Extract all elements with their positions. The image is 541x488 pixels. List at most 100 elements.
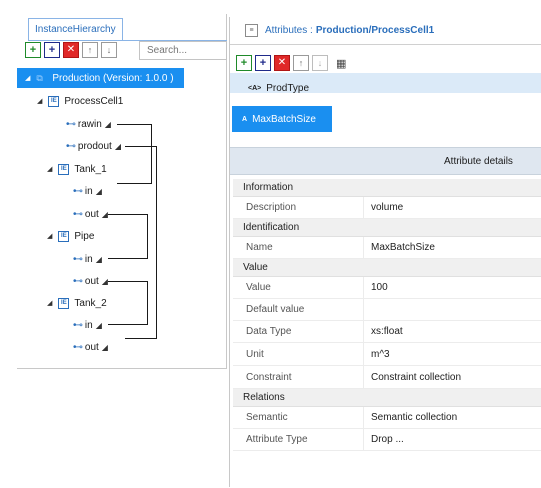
section-identification[interactable]: Identification	[233, 219, 541, 237]
port-icon: •⊸	[73, 341, 83, 353]
internal-element-icon: IE	[58, 230, 70, 242]
section-relations[interactable]: Relations	[233, 389, 541, 407]
link-line-pipe-out-tank2-in	[108, 281, 148, 325]
move-up-icon[interactable]: ↑	[293, 55, 309, 71]
add-icon[interactable]: +	[25, 42, 41, 58]
move-down-icon[interactable]: ↓	[101, 42, 117, 58]
add-child-icon[interactable]: +	[255, 55, 271, 71]
interface-marker-icon: ◢	[95, 186, 102, 196]
hierarchy-search-input[interactable]	[139, 41, 227, 60]
table-view-icon[interactable]: ▦	[336, 57, 346, 70]
interface-marker-icon: ◢	[95, 254, 102, 264]
tree-item-label: out	[84, 341, 99, 353]
property-value[interactable]: Drop ...	[364, 429, 541, 450]
property-name: Attribute Type	[233, 429, 364, 450]
attribute-group-icon: <A>	[248, 84, 262, 92]
property-value[interactable]: xs:float	[364, 321, 541, 342]
internal-element-icon: IE	[58, 297, 70, 309]
section-value[interactable]: Value	[233, 259, 541, 277]
attributes-header: ≡ Attributes : Production/ProcessCell1	[230, 17, 541, 45]
attributes-header-path: Production/ProcessCell1	[315, 25, 435, 36]
tree-item-processcell1[interactable]: ◢ IE ProcessCell1	[37, 91, 123, 111]
internal-element-icon: IE	[48, 95, 60, 107]
property-row-name[interactable]: Name MaxBatchSize	[233, 237, 541, 259]
tree-item-label: Production (Version: 1.0.0 )	[52, 72, 174, 84]
tree-item-tank2[interactable]: ◢ IE Tank_2	[47, 293, 107, 313]
property-value[interactable]: 100	[364, 277, 541, 298]
tree-item-tank1-out[interactable]: •⊸ out ◢	[73, 204, 108, 224]
property-row-attribute-type[interactable]: Attribute Type Drop ...	[233, 429, 541, 451]
property-name: Data Type	[233, 321, 364, 342]
instance-hierarchy-icon: ⧉	[36, 73, 43, 83]
attribute-details-title: Attribute details	[230, 147, 541, 175]
property-value[interactable]: volume	[364, 197, 541, 218]
attributes-header-prefix: Attributes :	[265, 25, 313, 36]
tree-item-label: prodout	[77, 140, 112, 152]
tree-item-label: in	[84, 319, 93, 331]
tree-item-label: Tank_2	[74, 297, 107, 309]
port-icon: •⊸	[73, 275, 83, 287]
collapse-caret-icon[interactable]: ◢	[47, 165, 52, 173]
property-name: Semantic	[233, 407, 364, 428]
property-name: Default value	[233, 299, 364, 320]
tree-item-label: out	[84, 275, 99, 287]
internal-element-icon: IE	[58, 163, 70, 175]
move-up-icon[interactable]: ↑	[82, 42, 98, 58]
property-row-default-value[interactable]: Default value	[233, 299, 541, 321]
tree-item-label: in	[84, 253, 93, 265]
interface-marker-icon: ◢	[104, 119, 111, 129]
add-icon[interactable]: +	[236, 55, 252, 71]
property-row-constraint[interactable]: Constraint Constraint collection	[233, 366, 541, 389]
tab-instance-hierarchy[interactable]: InstanceHierarchy	[28, 18, 123, 41]
property-value[interactable]: m^3	[364, 343, 541, 365]
port-icon: •⊸	[66, 140, 76, 152]
port-icon: •⊸	[73, 208, 83, 220]
delete-icon[interactable]: ✕	[274, 55, 290, 71]
property-value[interactable]: Semantic collection	[364, 407, 541, 428]
tree-item-tank1-in[interactable]: •⊸ in ◢	[73, 181, 102, 201]
property-name: Unit	[233, 343, 364, 365]
property-name: Description	[233, 197, 364, 218]
tree-item-label: Pipe	[74, 230, 95, 242]
tree-item-prodout[interactable]: •⊸ prodout ◢	[66, 136, 121, 156]
tree-item-rawin[interactable]: •⊸ rawin ◢	[66, 114, 111, 134]
property-grid: Information Description volume Identific…	[233, 179, 541, 451]
property-value[interactable]	[364, 299, 541, 320]
section-information[interactable]: Information	[233, 179, 541, 197]
port-icon: •⊸	[73, 319, 83, 331]
property-name: Name	[233, 237, 364, 258]
port-icon: •⊸	[66, 118, 76, 130]
delete-icon[interactable]: ✕	[63, 42, 79, 58]
property-value[interactable]: Constraint collection	[364, 366, 541, 388]
collapse-caret-icon[interactable]: ◢	[47, 299, 52, 307]
property-value[interactable]: MaxBatchSize	[364, 237, 541, 258]
attribute-item-prodtype[interactable]: <A> ProdType	[240, 78, 309, 98]
tree-item-label: out	[84, 208, 99, 220]
tree-item-tank1[interactable]: ◢ IE Tank_1	[47, 159, 107, 179]
property-name: Value	[233, 277, 364, 298]
property-row-value[interactable]: Value 100	[233, 277, 541, 299]
tree-item-pipe-in[interactable]: •⊸ in ◢	[73, 249, 102, 269]
tree-item-production[interactable]: ◢ ⧉ Production (Version: 1.0.0 )	[17, 68, 184, 88]
tree-item-pipe-out[interactable]: •⊸ out ◢	[73, 271, 108, 291]
interface-marker-icon: ◢	[95, 320, 102, 330]
tree-item-tank2-out[interactable]: •⊸ out ◢	[73, 337, 108, 357]
collapse-caret-icon[interactable]: ◢	[47, 232, 52, 240]
tree-item-tank2-in[interactable]: •⊸ in ◢	[73, 315, 102, 335]
interface-marker-icon: ◢	[101, 342, 108, 352]
link-line-tank1-out-pipe-in	[108, 214, 148, 259]
property-row-semantic[interactable]: Semantic Semantic collection	[233, 407, 541, 429]
property-row-data-type[interactable]: Data Type xs:float	[233, 321, 541, 343]
property-row-description[interactable]: Description volume	[233, 197, 541, 219]
attribute-item-maxbatchsize[interactable]: A MaxBatchSize	[232, 106, 332, 132]
collapse-caret-icon[interactable]: ◢	[37, 97, 42, 105]
property-name: Constraint	[233, 366, 364, 388]
attributes-panel: ≡ Attributes : Production/ProcessCell1 +…	[229, 17, 541, 487]
add-child-icon[interactable]: +	[44, 42, 60, 58]
hierarchy-toolbar: + + ✕ ↑ ↓	[25, 41, 117, 59]
tree-item-label: ProcessCell1	[64, 95, 124, 107]
tree-item-pipe[interactable]: ◢ IE Pipe	[47, 226, 94, 246]
collapse-caret-icon[interactable]: ◢	[25, 74, 30, 82]
property-row-unit[interactable]: Unit m^3	[233, 343, 541, 366]
move-down-icon[interactable]: ↓	[312, 55, 328, 71]
